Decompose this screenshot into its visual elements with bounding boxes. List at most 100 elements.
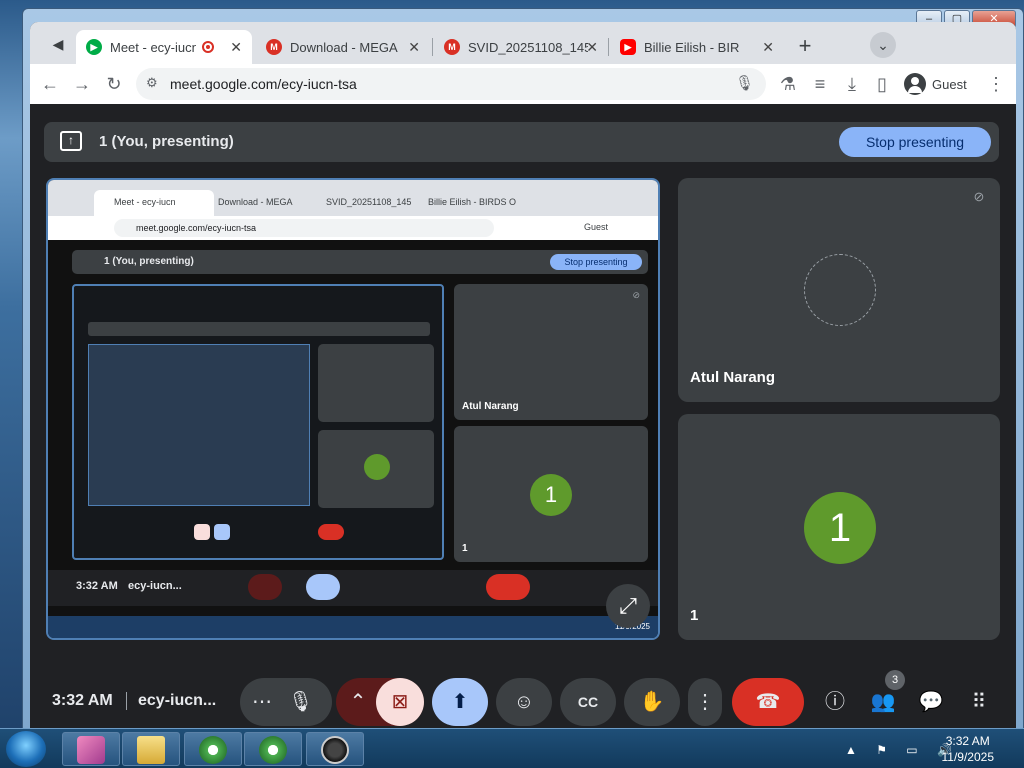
- screen-share-tile: Meet - ecy-iucn Download - MEGA SVID_202…: [46, 178, 660, 640]
- nested-share-recursive: [72, 284, 444, 560]
- tab-label: SVID_20251108_145: [468, 39, 588, 55]
- nested-address-bar: meet.google.com/ecy-iucn-tsa: [114, 219, 494, 237]
- system-clock[interactable]: 3:32 AM 11/9/2025: [942, 733, 995, 765]
- raise-hand-button[interactable]: ✋: [624, 678, 680, 726]
- close-tab-icon[interactable]: ✕: [762, 39, 774, 56]
- tab-label: Meet - ecy-iucn: [110, 39, 196, 55]
- nested-avatar: 1: [530, 474, 572, 516]
- tab-svid[interactable]: M SVID_20251108_145 ✕: [434, 30, 608, 64]
- emoji-reactions-button[interactable]: ☺: [496, 678, 552, 726]
- camera-off-icon[interactable]: ⊠: [376, 678, 424, 726]
- nested-url: meet.google.com/ecy-iucn-tsa: [136, 223, 257, 233]
- nested-deeper-tile-b: [318, 430, 434, 508]
- camera-control-group: ⌃ ⊠: [336, 678, 424, 726]
- microphone-icon[interactable]: 🎙: [735, 74, 754, 92]
- chat-icon[interactable]: 💬: [914, 678, 948, 726]
- tab-label: Download - MEGA: [290, 39, 398, 55]
- download-icon[interactable]: ⤓: [840, 72, 864, 96]
- taskbar-obs[interactable]: [306, 732, 364, 766]
- present-screen-button[interactable]: ⬆: [432, 678, 488, 726]
- recording-icon: [202, 41, 214, 53]
- presenting-label: 1 (You, presenting): [99, 133, 234, 150]
- new-tab-icon[interactable]: +: [790, 32, 820, 62]
- taskbar-explorer[interactable]: [122, 732, 180, 766]
- activities-grid-icon[interactable]: ⠿: [962, 678, 996, 726]
- taskbar-chrome-2[interactable]: [244, 732, 302, 766]
- tab-meet[interactable]: ▶ Meet - ecy-iucn ✕: [76, 30, 252, 64]
- nested-stop-presenting: Stop presenting: [550, 254, 642, 270]
- nested-guest-label: Guest: [584, 222, 609, 232]
- youtube-icon: ▶: [620, 39, 636, 55]
- speaker-icon[interactable]: ◀︎: [46, 32, 70, 56]
- meeting-controls-bar: 3:32 AM ecy-iucn... ⋯ 🎙 ⌃ ⊠ ⬆ ☺ CC ✋ ⋮ ☎…: [30, 664, 1016, 728]
- tab-search-icon[interactable]: ⌄: [870, 32, 896, 58]
- meeting-clock: 3:32 AM: [52, 692, 113, 709]
- mega-icon: M: [266, 39, 282, 55]
- back-icon[interactable]: ←: [38, 72, 62, 96]
- nested-taskbar: 11/9/2025: [48, 616, 658, 638]
- tab-separator: [432, 38, 433, 56]
- obs-icon: [321, 736, 349, 764]
- tab-youtube[interactable]: ▶ Billie Eilish - BIRDS O ✕: [610, 30, 784, 64]
- address-bar[interactable]: ⚙ meet.google.com/ecy-iucn-tsa 🎙: [136, 68, 766, 100]
- participant-name: Atul Narang: [690, 369, 776, 386]
- menu-icon[interactable]: ⋮: [984, 72, 1008, 96]
- nested-code: ecy-iucn...: [128, 580, 182, 592]
- meet-page: ↑ 1 (You, presenting) Stop presenting Me…: [30, 104, 1016, 728]
- participant-tile-1[interactable]: 1 1: [678, 414, 1000, 640]
- meet-icon: ▶: [86, 39, 102, 55]
- nested-cam-toggle: [248, 574, 282, 600]
- more-options-button[interactable]: ⋮: [688, 678, 722, 726]
- leave-call-button[interactable]: ☎: [732, 678, 804, 726]
- close-tab-icon[interactable]: ✕: [408, 39, 420, 56]
- expand-icon[interactable]: ⤢: [606, 584, 650, 628]
- nested-tab-label: Meet - ecy-iucn: [114, 197, 176, 207]
- present-screen-icon: ↑: [60, 131, 82, 151]
- side-panel-icon[interactable]: ▯: [870, 72, 894, 96]
- taskbar-app-1[interactable]: [62, 732, 120, 766]
- forward-icon[interactable]: →: [70, 72, 94, 96]
- folder-icon: [137, 736, 165, 764]
- participant-tile-atul[interactable]: ⊘ Atul Narang: [678, 178, 1000, 402]
- more-audio-options-icon[interactable]: ⋯: [250, 678, 274, 726]
- captions-button[interactable]: CC: [560, 678, 616, 726]
- nested-participant-name: Atul Narang: [462, 401, 519, 412]
- nested-deeper-share: [88, 344, 310, 506]
- nested-deeper-controls: [88, 522, 434, 542]
- tab-label: Billie Eilish - BIRDS O: [644, 39, 740, 55]
- people-count-badge: 3: [885, 670, 905, 690]
- close-tab-icon[interactable]: ✕: [230, 39, 242, 56]
- nested-toolbar: meet.google.com/ecy-iucn-tsa Guest: [48, 216, 658, 240]
- tray-date: 11/9/2025: [941, 750, 995, 764]
- profile-button[interactable]: Guest: [896, 69, 976, 99]
- site-info-icon[interactable]: ⚙: [146, 75, 158, 91]
- divider: [126, 692, 127, 710]
- mic-off-icon: ⊘: [973, 189, 985, 204]
- nested-tab-meet: Meet - ecy-iucn: [94, 190, 214, 216]
- nested-tab-label: Download - MEGA: [218, 197, 293, 207]
- close-tab-icon[interactable]: ✕: [586, 39, 598, 56]
- microphone-icon[interactable]: 🎙: [288, 678, 313, 726]
- taskbar-chrome-1[interactable]: [184, 732, 242, 766]
- camera-options-chevron-icon[interactable]: ⌃: [344, 678, 372, 726]
- tab-separator: [608, 38, 609, 56]
- nested-tab-label: SVID_20251108_145: [326, 197, 412, 207]
- profile-label: Guest: [932, 76, 967, 92]
- url-text[interactable]: meet.google.com/ecy-iucn-tsa: [170, 76, 357, 92]
- nested-deeper-cam: [194, 524, 210, 540]
- presenting-banner: ↑ 1 (You, presenting) Stop presenting: [44, 122, 999, 162]
- reload-icon[interactable]: ↻: [102, 72, 126, 96]
- participant-name: 1: [690, 607, 699, 624]
- stop-presenting-button[interactable]: Stop presenting: [839, 127, 991, 157]
- tab-mega-download[interactable]: M Download - MEGA ✕: [256, 30, 430, 64]
- start-button[interactable]: [6, 731, 46, 767]
- nested-deeper-end: [318, 524, 344, 540]
- nested-deeper-present: [214, 524, 230, 540]
- labs-icon[interactable]: ⚗: [776, 72, 800, 96]
- nested-presenting-label: 1 (You, presenting): [104, 256, 194, 267]
- nested-presenting-banner: 1 (You, presenting) Stop presenting: [72, 250, 648, 274]
- meeting-info-icon[interactable]: ⓘ: [818, 678, 852, 726]
- loading-spinner-icon: [804, 254, 876, 326]
- media-controls-icon[interactable]: ≡: [808, 72, 832, 96]
- meeting-code: ecy-iucn...: [138, 692, 217, 709]
